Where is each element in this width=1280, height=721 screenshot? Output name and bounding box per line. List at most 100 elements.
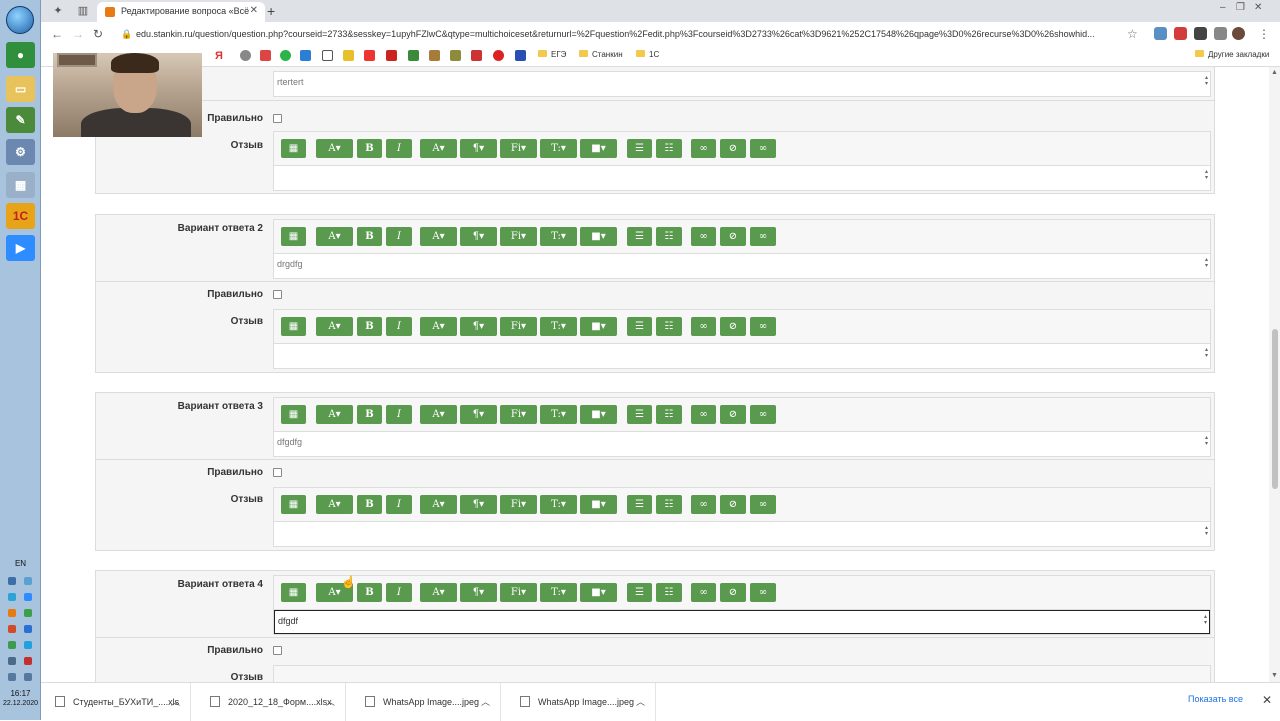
highlight-icon[interactable]: ■▾ [580,139,617,158]
link-icon[interactable]: ∞ [691,317,716,336]
answer-1-textarea[interactable]: rtertert ▴ ▾ [274,72,1210,96]
bookmark-icon[interactable] [280,50,291,61]
tray-icon[interactable] [24,609,32,617]
image-icon[interactable]: ∞ [750,317,776,336]
clock-time[interactable]: 16:17 [0,689,41,698]
tray-icon[interactable] [24,673,32,681]
scroll-down-icon[interactable]: ▼ [1271,672,1278,679]
resize-grip-icon[interactable]: ▴ ▾ [1205,525,1208,537]
close-window-icon[interactable]: ✕ [1254,2,1262,13]
tray-icon[interactable] [24,577,32,585]
bold-button[interactable]: B [357,405,382,424]
paragraph-icon[interactable]: ¶▾ [460,317,497,336]
numbered-list-icon[interactable]: ☷ [656,583,682,602]
unlink-icon[interactable]: ⊘ [720,317,746,336]
font-color-icon[interactable]: A▾ [420,139,457,158]
feedback-1-textarea[interactable]: ▴ ▾ [274,166,1210,190]
style-icon[interactable]: Fi▾ [500,317,537,336]
other-bookmarks[interactable]: Другие закладки [1195,50,1269,59]
italic-button[interactable]: I [386,495,412,514]
back-icon[interactable]: ← [51,27,63,41]
minimize-icon[interactable]: – [1220,2,1226,13]
bullet-list-icon[interactable]: ☰ [627,227,652,246]
bookmark-ege[interactable]: ЕГЭ [538,50,566,59]
italic-button[interactable]: I [386,405,412,424]
numbered-list-icon[interactable]: ☷ [656,317,682,336]
paragraph-icon[interactable]: ¶▾ [460,583,497,602]
chevron-up-icon[interactable]: ︿ [636,683,645,721]
resize-grip-icon[interactable]: ▴ ▾ [1205,347,1208,359]
numbered-list-icon[interactable]: ☷ [656,495,682,514]
telegram-icon[interactable] [8,593,16,601]
paragraph-icon[interactable]: ¶▾ [460,139,497,158]
bullet-list-icon[interactable]: ☰ [627,405,652,424]
zoom-taskbar-icon[interactable]: ▶ [6,235,35,261]
bold-button[interactable]: B [357,495,382,514]
menu-icon[interactable]: ⋮ [1258,27,1270,41]
start-button[interactable] [6,6,34,34]
zoom-tray-icon[interactable] [24,593,32,601]
style-icon[interactable]: Fi▾ [500,583,537,602]
text-format-icon[interactable]: T:▾ [540,405,577,424]
clock-date[interactable]: 22.12.2020 [0,700,41,707]
font-family-icon[interactable]: A▾ [316,495,353,514]
forward-icon[interactable]: → [72,27,84,41]
explorer-taskbar-icon[interactable]: ▭ [6,76,35,102]
highlight-icon[interactable]: ■▾ [580,317,617,336]
volume-icon[interactable] [8,673,16,681]
download-item[interactable]: WhatsApp Image....jpeg ︿ [506,683,656,721]
download-item[interactable]: 2020_12_18_Форм....xlsx ︿ [196,683,346,721]
italic-button[interactable]: I [386,317,412,336]
tray-icon[interactable] [24,641,32,649]
text-format-icon[interactable]: T:▾ [540,139,577,158]
unlink-icon[interactable]: ⊘ [720,495,746,514]
paragraph-icon[interactable]: ¶▾ [460,227,497,246]
extension-icon[interactable] [1174,27,1187,40]
scroll-up-icon[interactable]: ▲ [1271,69,1278,76]
highlight-icon[interactable]: ■▾ [580,227,617,246]
font-color-icon[interactable]: A▾ [420,583,457,602]
unlink-icon[interactable]: ⊘ [720,139,746,158]
bookmark-icon[interactable] [429,50,440,61]
text-format-icon[interactable]: T:▾ [540,317,577,336]
link-icon[interactable]: ∞ [691,405,716,424]
star-icon[interactable]: ☆ [1127,27,1138,41]
tray-icon[interactable] [24,657,32,665]
image-icon[interactable]: ∞ [750,139,776,158]
unlink-icon[interactable]: ⊘ [720,405,746,424]
resize-grip-icon[interactable]: ▴ ▾ [1205,169,1208,181]
style-icon[interactable]: Fi▾ [500,227,537,246]
restore-icon[interactable]: ❐ [1236,2,1245,13]
bold-button[interactable]: B [357,227,382,246]
answer-4-textarea[interactable]: dfgdf ▴ ▾ [274,610,1210,634]
font-family-icon[interactable]: A▾ [316,139,353,158]
calculator-taskbar-icon[interactable]: ▦ [6,172,35,198]
image-icon[interactable]: ∞ [750,583,776,602]
language-indicator[interactable]: EN [0,559,41,568]
font-color-icon[interactable]: A▾ [420,495,457,514]
italic-button[interactable]: I [386,227,412,246]
extensions-puzzle-icon[interactable] [1214,27,1227,40]
text-format-icon[interactable]: T:▾ [540,227,577,246]
extension-icon[interactable] [1194,27,1207,40]
highlight-icon[interactable]: ■▾ [580,583,617,602]
bookmark-icon[interactable] [408,50,419,61]
toolbar-toggle-icon[interactable]: ▦ [281,583,306,602]
bookmark-1c[interactable]: 1С [636,50,659,59]
bookmark-icon[interactable] [322,50,333,61]
style-icon[interactable]: Fi▾ [500,139,537,158]
unlink-icon[interactable]: ⊘ [720,583,746,602]
bold-button[interactable]: B [357,583,382,602]
address-bar[interactable]: 🔒 edu.stankin.ru/question/question.php?c… [116,25,1121,43]
gmail-bookmark-icon[interactable] [260,50,271,61]
pinned-tab-icon[interactable]: ▥ [76,4,90,18]
tray-icon[interactable] [8,577,16,585]
text-format-icon[interactable]: T:▾ [540,583,577,602]
toolbar-toggle-icon[interactable]: ▦ [281,317,306,336]
toolbar-toggle-icon[interactable]: ▦ [281,405,306,424]
active-tab[interactable]: Редактирование вопроса «Всё ✕ [97,2,265,22]
download-item[interactable]: WhatsApp Image....jpeg ︿ [351,683,501,721]
correct-checkbox[interactable] [273,290,282,299]
text-format-icon[interactable]: T:▾ [540,495,577,514]
page-scrollbar[interactable]: ▲ ▼ [1269,67,1280,682]
